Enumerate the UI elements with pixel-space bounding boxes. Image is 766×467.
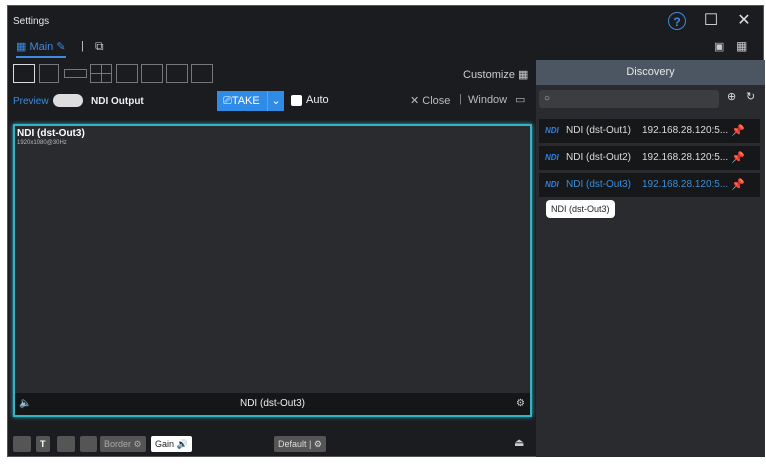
layout-6[interactable] <box>141 64 163 83</box>
close-button[interactable]: ✕ Close <box>410 94 450 107</box>
window-title: Settings <box>13 16 50 27</box>
cast-icon: ⎚ <box>223 95 232 107</box>
layout-pip[interactable] <box>39 64 59 83</box>
discovery-header: Discovery <box>536 60 765 85</box>
layout-16[interactable] <box>191 64 213 83</box>
add-icon[interactable]: ⊕ <box>727 90 736 103</box>
text-button[interactable]: T <box>36 436 50 452</box>
preview-toggle[interactable] <box>53 94 83 107</box>
preview-footer: 🔈 NDI (dst-Out3) ⚙ <box>15 393 530 415</box>
edit-icon[interactable]: ✎ <box>56 41 65 53</box>
preview-panel[interactable]: NDI (dst-Out3) 1920x1080@30Hz 🔈 NDI (dst… <box>13 124 532 417</box>
gain-button[interactable]: Gain 🔊 <box>151 436 192 452</box>
pin-icon[interactable]: 📌 <box>731 119 745 143</box>
close-window-button[interactable]: ✕ <box>735 12 753 30</box>
auto-label: Auto <box>306 94 329 106</box>
customize-button[interactable]: Customize ▦ <box>463 68 528 81</box>
portrait-icon[interactable]: ▣ <box>714 40 724 53</box>
divider: | <box>459 93 462 105</box>
layout-2[interactable] <box>64 69 87 78</box>
tab-main[interactable]: ▦ Main ✎ <box>16 40 66 58</box>
layout-1[interactable] <box>13 64 35 83</box>
gear-icon[interactable]: ⚙ <box>516 393 525 415</box>
maximize-button[interactable]: ☐ <box>702 12 720 30</box>
clear-icon[interactable]: ⏏ <box>514 436 524 449</box>
footer-label: NDI (dst-Out3) <box>239 398 305 409</box>
grid-button[interactable] <box>13 436 31 452</box>
list-item[interactable]: NDI NDI (dst-Out3) 192.168.28.120:5... 📌 <box>539 173 760 197</box>
frame-button[interactable] <box>57 436 75 452</box>
customize-icon: ▦ <box>518 69 529 81</box>
layout-5[interactable] <box>116 64 138 83</box>
take-button[interactable]: ⎚TAKE ⌄ <box>217 91 284 111</box>
ndi-output-label: NDI Output <box>91 96 144 107</box>
settings-window: Settings ? ☐ ✕ ▦ Main ✎ | ⧉ ▣ ▦ Customiz… <box>7 5 765 457</box>
qr-icon[interactable]: ▦ <box>736 39 747 53</box>
layout-9[interactable] <box>166 64 188 83</box>
list-item[interactable]: NDI NDI (dst-Out1) 192.168.28.120:5... 📌 <box>539 119 760 143</box>
tooltip: NDI (dst-Out3) <box>546 200 615 218</box>
layout-4[interactable] <box>90 64 112 83</box>
monitor-icon[interactable]: ▭ <box>515 93 525 106</box>
window-button[interactable]: Window <box>468 94 507 106</box>
list-item[interactable]: NDI NDI (dst-Out2) 192.168.28.120:5... 📌 <box>539 146 760 170</box>
border-button[interactable]: Border ⚙ <box>100 436 146 452</box>
resolution: 1920x1080@30Hz <box>17 140 67 146</box>
chart-button[interactable] <box>80 436 97 452</box>
refresh-icon[interactable]: ↻ <box>746 90 755 103</box>
take-dropdown[interactable]: ⌄ <box>267 91 284 111</box>
mute-icon[interactable]: 🔈 <box>19 393 31 415</box>
divider: | <box>81 40 84 52</box>
discovery-search-input[interactable]: ○ <box>539 90 719 108</box>
source-name: NDI (dst-Out3) <box>17 128 85 139</box>
default-button[interactable]: Default | ⚙ <box>274 436 326 452</box>
discovery-panel: Discovery ○ ⊕ ↻ NDI NDI (dst-Out1) 192.168… <box>536 60 765 457</box>
pin-icon[interactable]: 📌 <box>731 146 745 170</box>
add-tab-icon[interactable]: ⧉ <box>95 39 104 54</box>
preview-label: Preview <box>13 96 49 107</box>
pin-icon[interactable]: 📌 <box>731 173 745 197</box>
auto-checkbox[interactable] <box>291 95 302 106</box>
grid-icon: ▦ <box>16 41 30 53</box>
help-icon[interactable]: ? <box>668 12 686 30</box>
